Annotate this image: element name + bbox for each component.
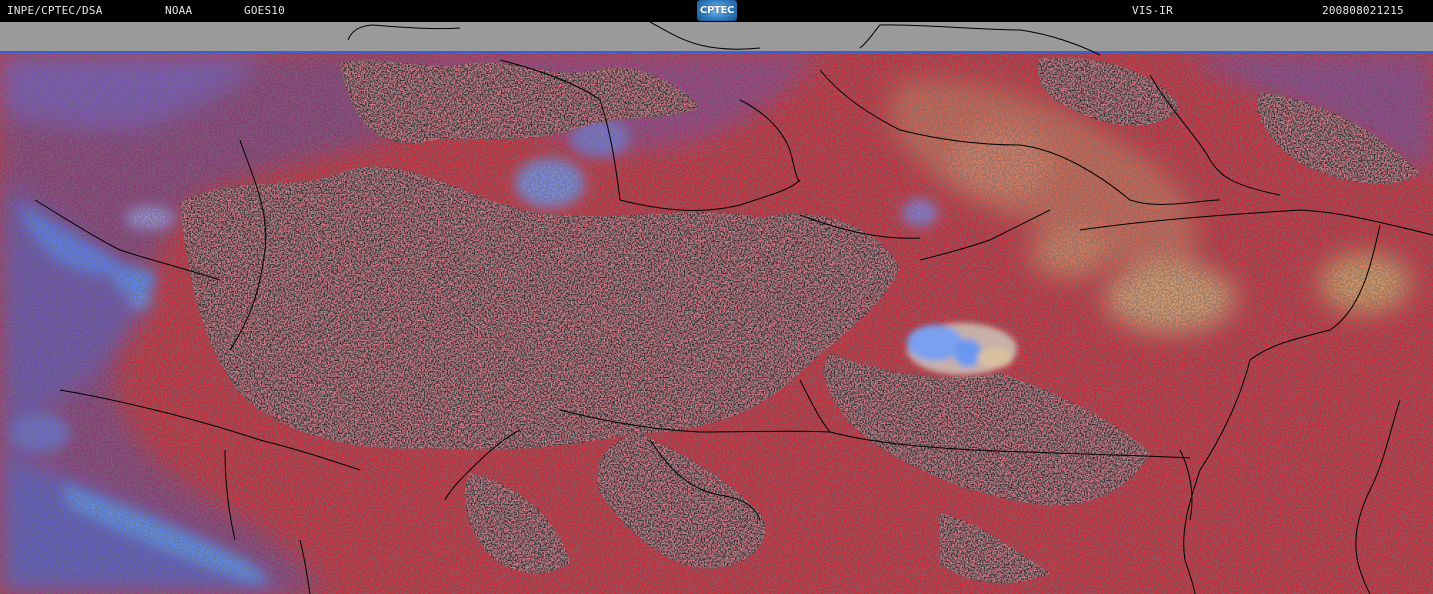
satellite-image	[0, 53, 1433, 594]
channel-label: VIS-IR	[1132, 4, 1173, 17]
cptec-logo-icon: CPTEC	[697, 0, 737, 21]
source-label: INPE/CPTEC/DSA	[7, 4, 103, 17]
no-data-band	[0, 22, 1433, 52]
satellite-image-layers	[0, 53, 1433, 594]
satellite-image-frame: INPE/CPTEC/DSA NOAA GOES10 CPTEC VIS-IR …	[0, 0, 1433, 594]
agency-label: NOAA	[165, 4, 193, 17]
logo-text: CPTEC	[699, 5, 735, 16]
convective-cloud-center	[907, 323, 1017, 375]
satellite-label: GOES10	[244, 4, 285, 17]
datetime-label: 200808021215	[1322, 4, 1404, 17]
noise-speckle	[0, 53, 1433, 594]
image-header-bar: INPE/CPTEC/DSA NOAA GOES10 CPTEC VIS-IR …	[0, 0, 1433, 22]
